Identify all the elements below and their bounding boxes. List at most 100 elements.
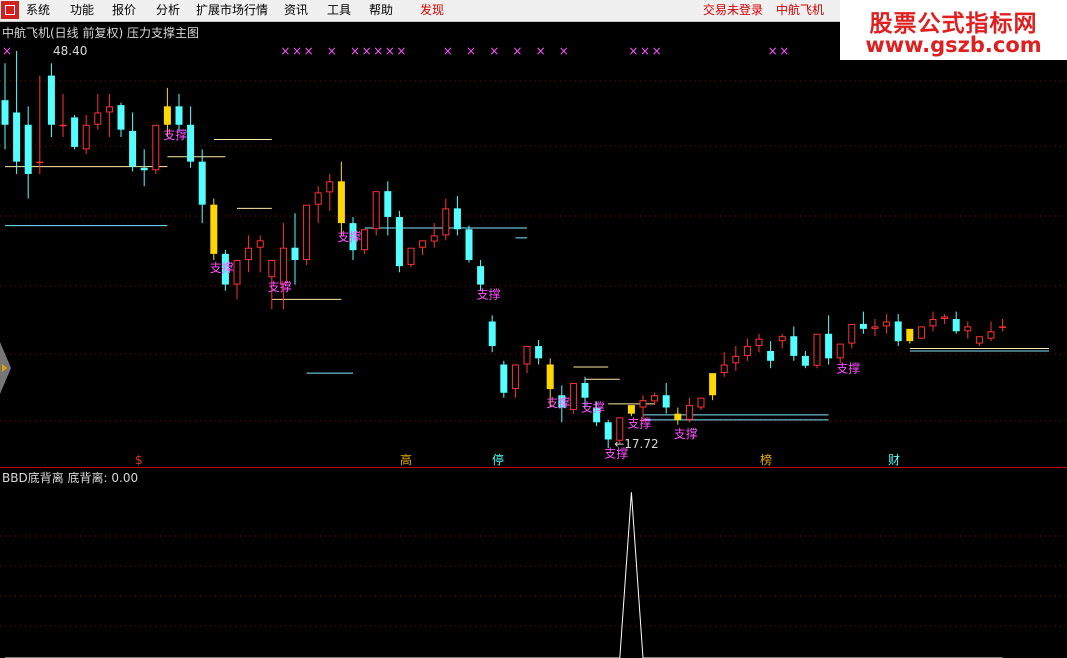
candle (210, 198, 218, 260)
candle-body (233, 260, 241, 285)
candle-body (465, 229, 473, 260)
candle-body (836, 343, 844, 359)
candle-body (743, 346, 751, 356)
candle-body (662, 395, 670, 408)
watermark: 股票公式指标网 www.gszb.com (840, 0, 1067, 60)
indicator-line (5, 492, 1003, 658)
candle-body (500, 364, 508, 393)
menu-analysis[interactable]: 分析 (156, 3, 180, 17)
candle-body (268, 260, 276, 278)
candle-body (210, 204, 218, 254)
candle-body (523, 346, 531, 365)
candle-body (303, 204, 311, 260)
candle-body (801, 355, 809, 366)
candle-body (720, 364, 728, 374)
main-chart-title: 中航飞机(日线 前复权) 压力支撑主图 (2, 26, 199, 40)
candle (790, 326, 798, 361)
low-price-label: ←17.72 (614, 437, 658, 451)
candle-body (1, 100, 9, 125)
candle (987, 321, 995, 342)
candle-body (47, 75, 55, 125)
candle (929, 311, 937, 332)
candle (825, 315, 833, 365)
high-price-label: 48.40 (53, 44, 87, 58)
candle-body (929, 319, 937, 327)
app-logo-icon[interactable] (1, 1, 19, 19)
login-status[interactable]: 交易未登录 (703, 3, 763, 17)
support-label: 支撑 (337, 229, 361, 244)
candle-body (975, 336, 983, 344)
candle (59, 94, 67, 138)
candle (337, 161, 345, 236)
expand-panel-handle-icon[interactable] (0, 342, 11, 394)
candle (778, 333, 786, 349)
candle (140, 149, 148, 187)
candle-body (314, 192, 322, 205)
candle-body (732, 355, 740, 364)
x-marker: × (280, 44, 290, 58)
menu-extended-market[interactable]: 扩展市场行情 (196, 3, 268, 17)
candle (326, 173, 334, 211)
event-marker: 高 (400, 452, 412, 467)
support-label: 支撑 (268, 279, 292, 294)
candle (999, 319, 1007, 332)
x-marker: × (536, 44, 546, 58)
candle (848, 323, 856, 349)
candle (709, 373, 717, 401)
menu-help[interactable]: 帮助 (369, 3, 393, 17)
menu-info[interactable]: 资讯 (284, 3, 308, 17)
x-marker: × (466, 44, 476, 58)
x-marker: × (512, 44, 522, 58)
candle (859, 311, 867, 334)
candle-body (59, 124, 67, 127)
menu-discover[interactable]: 发现 (420, 3, 444, 17)
candle (813, 333, 821, 369)
candle (256, 235, 264, 273)
candle-body (964, 326, 972, 332)
candle-body (767, 350, 775, 361)
candle-body (442, 208, 450, 236)
candle (477, 260, 485, 291)
candle-body (129, 130, 137, 167)
candle-body (604, 422, 612, 440)
candle-body (372, 191, 380, 230)
x-marker: × (396, 44, 406, 58)
candle (685, 397, 693, 423)
candle-body (453, 208, 461, 230)
candle-body (326, 181, 334, 193)
menu-system[interactable]: 系统 (26, 3, 50, 17)
candle (964, 321, 972, 339)
candlestick-chart[interactable]: 支撑支撑支撑支撑支撑支撑 支撑支撑支撑支撑支撑× × × × × × × × × × × × × × × × × ×… (0, 21, 1067, 658)
candle-body (175, 106, 183, 125)
candle-body (906, 328, 914, 342)
candle (36, 75, 44, 174)
candle (245, 235, 253, 273)
x-marker: × (768, 44, 778, 58)
menu-quote[interactable]: 报价 (112, 3, 136, 17)
candle (975, 336, 983, 347)
support-label: 支撑 (477, 287, 501, 302)
candle (407, 247, 415, 268)
candle-body (279, 247, 287, 285)
support-label: 支撑 (546, 395, 570, 410)
menu-tools[interactable]: 工具 (327, 3, 351, 17)
candle-body (999, 326, 1007, 328)
candle (94, 94, 102, 130)
candle (535, 339, 543, 365)
candle-body (871, 326, 879, 329)
x-marker: × (373, 44, 383, 58)
indicator-title: BBD底背离 底背离: 0.00 (2, 471, 139, 485)
candle (129, 112, 137, 172)
x-marker: × (350, 44, 360, 58)
candle (743, 338, 751, 361)
support-label: 支撑 (627, 416, 651, 431)
candle-body (13, 112, 21, 162)
candle-body (511, 364, 519, 390)
candle-body (917, 326, 925, 339)
watermark-url: www.gszb.com (865, 33, 1042, 57)
candle (419, 240, 427, 256)
x-marker: × (327, 44, 337, 58)
menu-function[interactable]: 功能 (70, 3, 94, 17)
candle (24, 106, 32, 199)
candle-body (94, 112, 102, 125)
